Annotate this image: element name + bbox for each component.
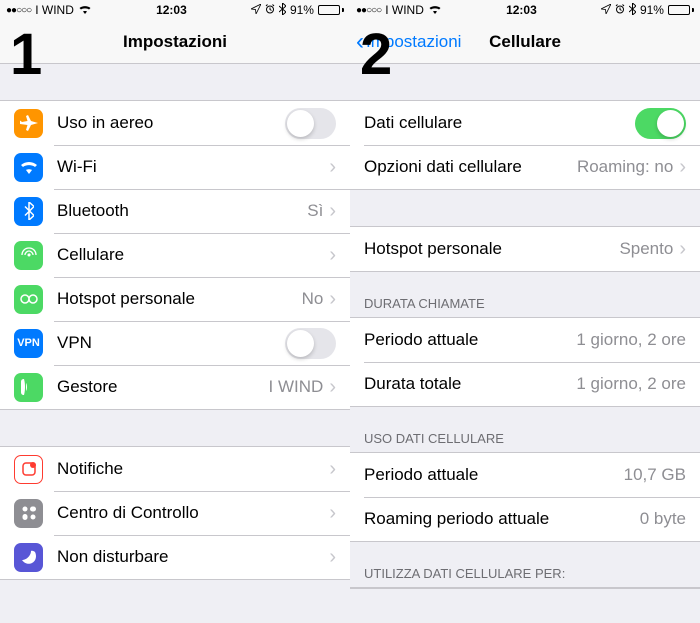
current-period-label: Periodo attuale [364,330,576,350]
airplane-label: Uso in aereo [57,113,285,133]
row-cellular-data[interactable]: Dati cellulare [350,101,700,145]
controlcenter-label: Centro di Controllo [57,503,329,523]
row-cellular[interactable]: Cellulare › [0,233,350,277]
notifications-icon [14,455,43,484]
row-lifetime: Durata totale 1 giorno, 2 ore [350,362,700,406]
clock: 12:03 [506,3,537,17]
row-options[interactable]: Opzioni dati cellulare Roaming: no › [350,145,700,189]
page-title: Cellulare [489,32,561,52]
row-carrier[interactable]: Gestore I WIND › [0,365,350,409]
location-icon [251,3,261,17]
bluetooth-icon [279,3,286,18]
chevron-icon: › [329,288,336,311]
data-current-label: Periodo attuale [364,465,624,485]
battery-icon [318,5,344,15]
bluetooth-value: Sì [307,201,323,221]
battery-icon [668,5,694,15]
cellular-icon [14,241,43,270]
options-label: Opzioni dati cellulare [364,157,577,177]
hotspot-icon [14,285,43,314]
clock: 12:03 [156,3,187,17]
dnd-label: Non disturbare [57,547,329,567]
battery-percent: 91% [640,3,664,17]
page-title: Impostazioni [123,32,227,52]
wifi-settings-icon [14,153,43,182]
row-dnd[interactable]: Non disturbare › [0,535,350,579]
chevron-icon: › [679,156,686,179]
carrier-value: I WIND [269,377,324,397]
section-calls: DURATA CHIAMATE [350,290,700,317]
wifi-icon [428,3,442,17]
carrier-label: I WIND [385,3,424,17]
cellular-screen-2: ●●○○○ I WIND 12:03 91% ‹ Impos [350,0,700,623]
settings-screen-1: ●●○○○ I WIND 12:03 91% Impostazioni 1 [0,0,350,623]
alarm-icon [265,3,275,17]
vpn-label: VPN [57,333,285,353]
status-bar: ●●○○○ I WIND 12:03 91% [0,0,350,20]
roaming-current-value: 0 byte [640,509,686,529]
lifetime-value: 1 giorno, 2 ore [576,374,686,394]
location-icon [601,3,611,17]
section-use-for: UTILIZZA DATI CELLULARE PER: [350,560,700,587]
row-bluetooth[interactable]: Bluetooth Sì › [0,189,350,233]
roaming-current-label: Roaming periodo attuale [364,509,640,529]
hotspot2-value: Spento [619,239,673,259]
notifications-label: Notifiche [57,459,329,479]
carrier-row-label: Gestore [57,377,269,397]
carrier-label: I WIND [35,3,74,17]
controlcenter-icon [14,499,43,528]
options-value: Roaming: no [577,157,673,177]
signal-icon: ●●○○○ [6,5,31,16]
nav-bar: Impostazioni [0,20,350,64]
chevron-icon: › [679,238,686,261]
chevron-icon: › [329,244,336,267]
overlay-badge-1: 1 [10,26,42,84]
row-airplane[interactable]: Uso in aereo [0,101,350,145]
chevron-icon: › [329,200,336,223]
section-data-usage: USO DATI CELLULARE [350,425,700,452]
battery-percent: 91% [290,3,314,17]
cellular-data-label: Dati cellulare [364,113,635,133]
nav-bar: ‹ Impostazioni Cellulare [350,20,700,64]
wifi-icon [78,3,92,17]
chevron-icon: › [329,458,336,481]
row-hotspot2[interactable]: Hotspot personale Spento › [350,227,700,271]
bluetooth-label: Bluetooth [57,201,307,221]
cellular-label: Cellulare [57,245,329,265]
data-current-value: 10,7 GB [624,465,686,485]
hotspot2-label: Hotspot personale [364,239,619,259]
signal-icon: ●●○○○ [356,5,381,16]
current-period-value: 1 giorno, 2 ore [576,330,686,350]
cellular-data-toggle[interactable] [635,108,686,139]
chevron-icon: › [329,502,336,525]
carrier-icon [14,373,43,402]
row-data-current: Periodo attuale 10,7 GB [350,453,700,497]
lifetime-label: Durata totale [364,374,576,394]
hotspot-label: Hotspot personale [57,289,302,309]
row-hotspot[interactable]: Hotspot personale No › [0,277,350,321]
dnd-icon [14,543,43,572]
airplane-toggle[interactable] [285,108,336,139]
row-notifications[interactable]: Notifiche › [0,447,350,491]
row-roaming-current: Roaming periodo attuale 0 byte [350,497,700,541]
airplane-icon [14,109,43,138]
row-controlcenter[interactable]: Centro di Controllo › [0,491,350,535]
bluetooth-settings-icon [14,197,43,226]
chevron-icon: › [329,156,336,179]
status-bar: ●●○○○ I WIND 12:03 91% [350,0,700,20]
vpn-icon: VPN [14,329,43,358]
chevron-icon: › [329,376,336,399]
row-vpn[interactable]: VPN VPN [0,321,350,365]
row-current-period: Periodo attuale 1 giorno, 2 ore [350,318,700,362]
row-wifi[interactable]: Wi-Fi › [0,145,350,189]
hotspot-value: No [302,289,324,309]
bluetooth-icon [629,3,636,18]
chevron-icon: › [329,546,336,569]
alarm-icon [615,3,625,17]
overlay-badge-2: 2 [360,26,392,84]
wifi-label: Wi-Fi [57,157,329,177]
vpn-toggle[interactable] [285,328,336,359]
